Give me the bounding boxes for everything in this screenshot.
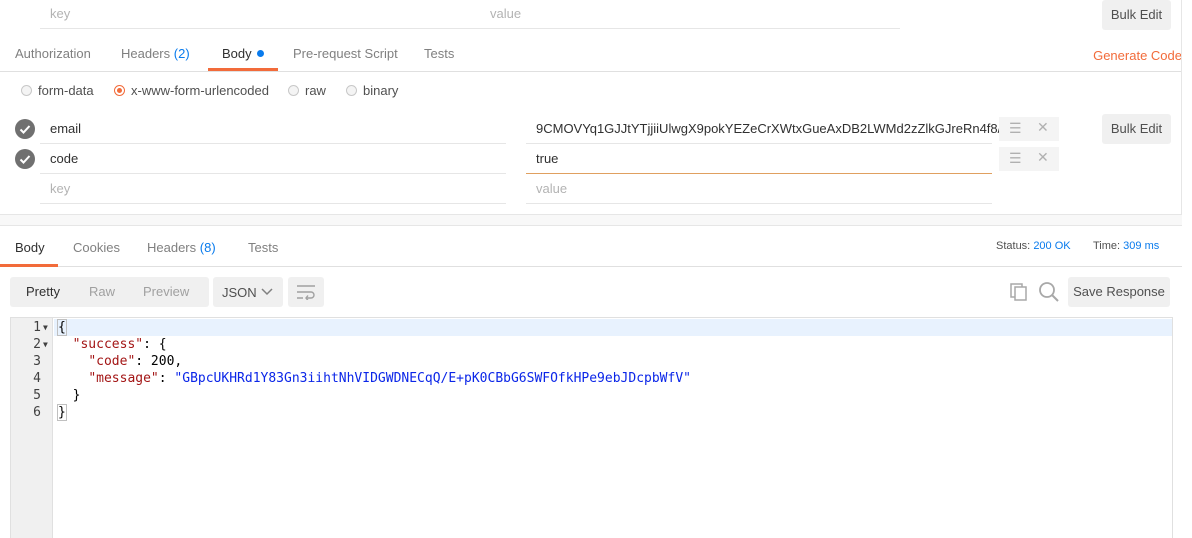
radio-form-data[interactable]: form-data: [21, 83, 94, 99]
line-number: 5: [33, 388, 41, 403]
new-value-input[interactable]: value: [526, 174, 992, 204]
radio-binary[interactable]: binary: [346, 83, 398, 99]
drag-handle-icon[interactable]: ☰: [1009, 150, 1022, 167]
code-line: }: [57, 404, 67, 421]
params-bulk-edit-button[interactable]: Bulk Edit: [1102, 0, 1171, 30]
delete-row-icon[interactable]: ✕: [1037, 119, 1049, 136]
chevron-down-icon: [261, 288, 273, 296]
pane-splitter[interactable]: [0, 215, 1182, 226]
response-tab-headers[interactable]: Headers (8): [147, 227, 216, 267]
tab-pre-request-script[interactable]: Pre-request Script: [293, 36, 398, 72]
headers-count: (2): [173, 46, 190, 61]
code-line: "code": 200,: [88, 354, 183, 369]
format-dropdown[interactable]: JSON: [213, 277, 283, 307]
search-icon[interactable]: [1038, 281, 1060, 303]
tab-headers[interactable]: Headers (2): [121, 36, 190, 72]
code-line: "success": {: [72, 337, 167, 352]
wrap-lines-icon: [297, 285, 315, 300]
body-value-input[interactable]: 9CMOVYq1GJJtYTjjiiUlwgX9pokYEZeCrXWtxGue…: [526, 114, 1001, 144]
body-key-input[interactable]: email: [40, 114, 506, 144]
checkmark-icon: [19, 125, 31, 134]
fold-arrow-icon[interactable]: ▼: [43, 336, 48, 353]
panel-border: [1181, 0, 1182, 215]
word-wrap-button[interactable]: [288, 277, 324, 307]
view-mode-preview[interactable]: Preview: [143, 277, 189, 307]
line-number-gutter: 1 ▼ 2 ▼ 3 4 5 6: [11, 318, 53, 538]
copy-icon[interactable]: [1009, 282, 1029, 302]
active-line-highlight: [54, 319, 1172, 336]
code-line: {: [57, 319, 67, 336]
tab-authorization[interactable]: Authorization: [15, 36, 91, 72]
row-1-actions: ☰ ✕: [999, 117, 1059, 141]
active-tab-indicator: [208, 68, 278, 71]
line-number: 3: [33, 354, 41, 369]
tab-tests[interactable]: Tests: [424, 36, 454, 72]
view-mode-segmented-control: Pretty Raw Preview: [10, 277, 209, 307]
row-2-actions: ☰ ✕: [999, 147, 1059, 171]
delete-row-icon[interactable]: ✕: [1037, 149, 1049, 166]
line-number: 2: [33, 337, 41, 352]
time-value: 309 ms: [1123, 240, 1160, 252]
radio-selected-icon: [114, 85, 125, 96]
response-headers-count: (8): [199, 240, 216, 255]
response-time: Time: 309 ms: [1093, 240, 1160, 252]
status-value: 200 OK: [1033, 240, 1071, 252]
fold-arrow-icon[interactable]: ▼: [43, 319, 48, 336]
body-modified-dot-icon: [256, 50, 264, 57]
request-tabs: Authorization Headers (2) Body Pre-reque…: [0, 36, 1182, 72]
radio-icon: [288, 85, 299, 96]
code-line: "message": "GBpcUKHRd1Y83Gn3iihtNhVIDGWD…: [88, 371, 691, 386]
response-tab-cookies[interactable]: Cookies: [73, 227, 120, 267]
save-response-button[interactable]: Save Response: [1068, 277, 1170, 307]
response-body-editor[interactable]: 1 ▼ 2 ▼ 3 4 5 6 { "success": { "code": 2…: [10, 317, 1173, 538]
param-key-input[interactable]: key: [40, 0, 506, 29]
radio-icon: [21, 85, 32, 96]
radio-x-www-form-urlencoded[interactable]: x-www-form-urlencoded: [114, 83, 269, 99]
radio-raw[interactable]: raw: [288, 83, 326, 99]
view-mode-pretty[interactable]: Pretty: [26, 277, 60, 307]
row-enabled-checkbox[interactable]: [15, 119, 35, 139]
code-line: }: [72, 388, 81, 403]
drag-handle-icon[interactable]: ☰: [1009, 120, 1022, 137]
generate-code-link[interactable]: Generate Code: [1093, 48, 1182, 63]
active-response-tab-indicator: [0, 264, 58, 267]
line-number: 4: [33, 371, 41, 386]
url-params-row: key value Bulk Edit: [0, 0, 1182, 30]
checkmark-icon: [19, 155, 31, 164]
new-key-input[interactable]: key: [40, 174, 506, 204]
view-mode-raw[interactable]: Raw: [89, 277, 115, 307]
line-number: 1: [33, 320, 41, 335]
response-tab-body[interactable]: Body: [15, 227, 45, 267]
radio-icon: [346, 85, 357, 96]
tab-body[interactable]: Body: [222, 36, 264, 72]
row-enabled-checkbox[interactable]: [15, 149, 35, 169]
body-value-input-focused[interactable]: true: [526, 144, 992, 174]
body-bulk-edit-button[interactable]: Bulk Edit: [1102, 114, 1171, 144]
line-number: 6: [33, 405, 41, 420]
response-status: Status: 200 OK: [996, 240, 1071, 252]
body-key-input[interactable]: code: [40, 144, 506, 174]
response-tab-tests[interactable]: Tests: [248, 227, 278, 267]
param-value-input[interactable]: value: [480, 0, 900, 29]
